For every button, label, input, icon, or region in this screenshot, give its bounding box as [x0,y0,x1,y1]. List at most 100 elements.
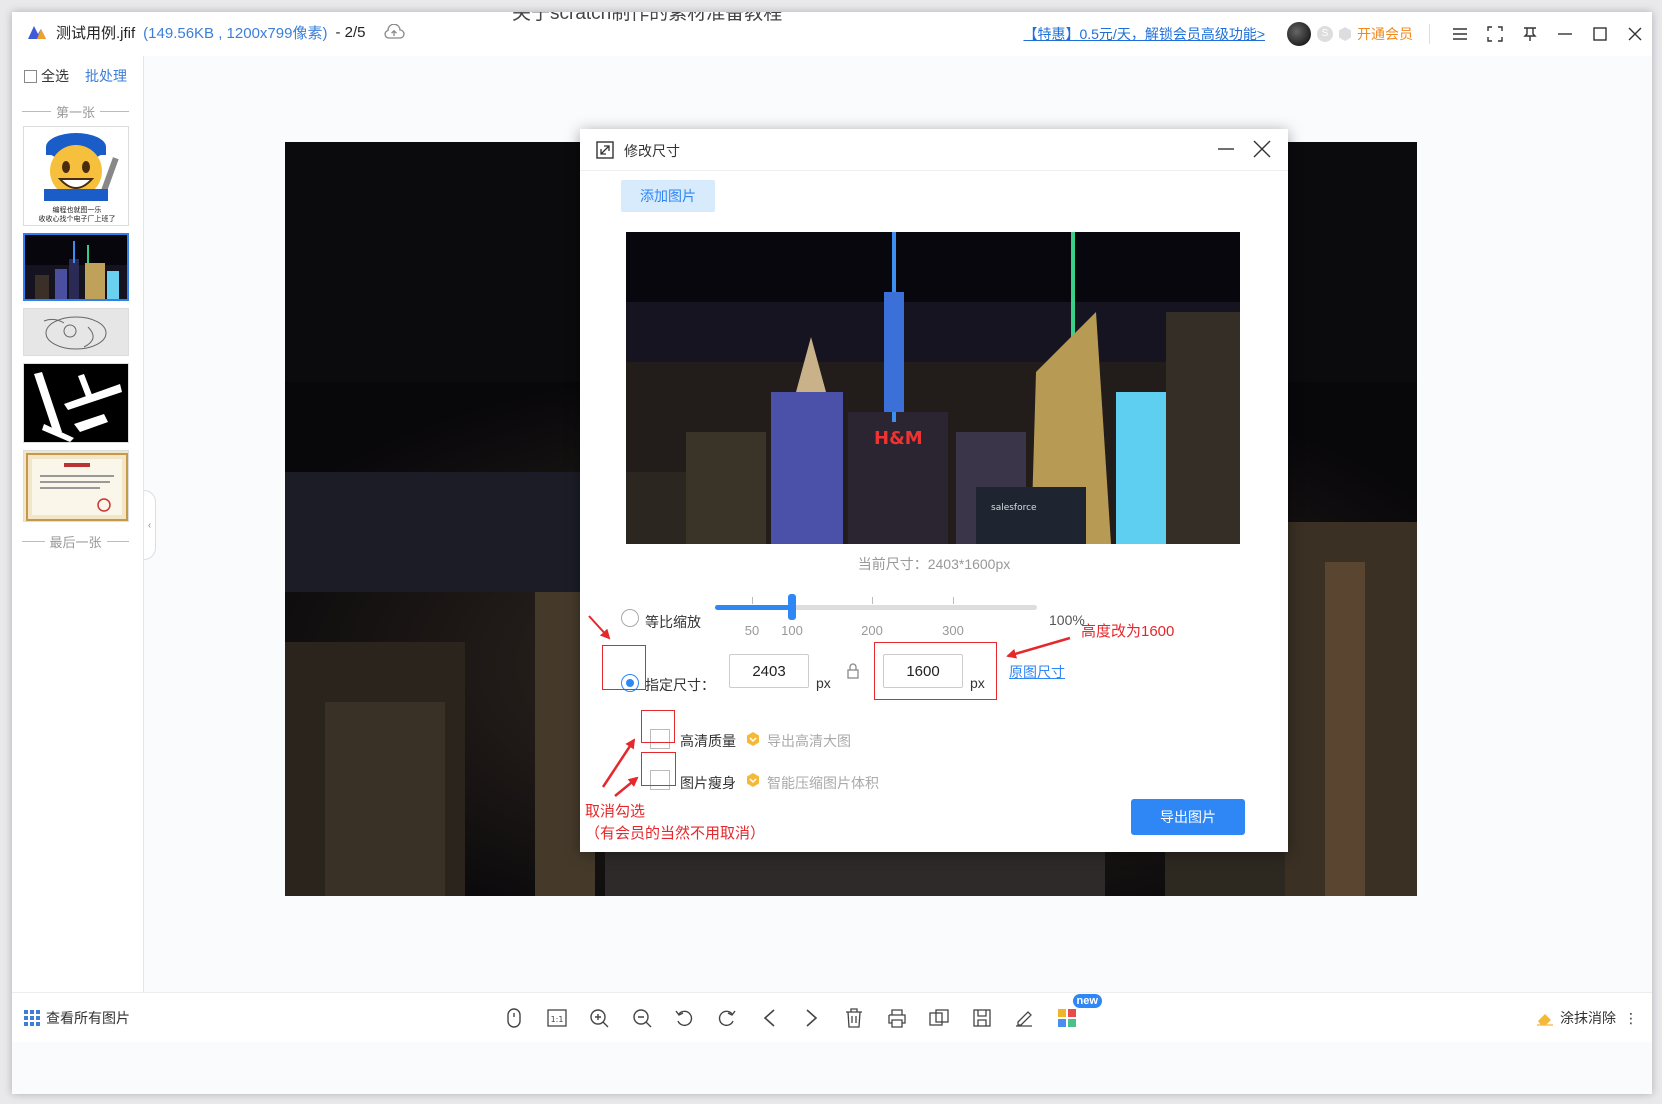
divider [1429,24,1430,44]
rotate-right-icon[interactable] [715,1006,739,1030]
open-vip-link[interactable]: 开通会员 [1357,24,1413,44]
scale-slider-fill [715,605,792,610]
view-all-images-button[interactable]: 查看所有图片 [24,1008,130,1028]
save-as-icon[interactable] [970,1006,994,1030]
thumbnail-caption-line-2: 收收心找个电子厂上班了 [39,214,116,223]
previous-icon[interactable] [757,1006,781,1030]
zoom-in-icon[interactable] [587,1006,611,1030]
slim-image-label: 图片瘦身 [680,775,736,791]
sidebar-collapse-handle[interactable]: ‹ [144,490,156,560]
fullscreen-icon[interactable] [1477,12,1512,56]
scale-slider-track[interactable] [715,605,1037,610]
scale-slider-handle[interactable] [788,594,796,620]
grid-icon [24,1010,40,1026]
annotation-box-hd [641,710,675,743]
dialog-title: 修改尺寸 [624,143,680,159]
erase-tool-button[interactable]: 涂抹消除 ⋮ [1536,1008,1638,1028]
thumbnail-5[interactable] [23,450,129,522]
annotation-box-height [874,642,997,700]
menu-icon[interactable] [1442,12,1477,56]
rotate-left-icon[interactable] [672,1006,696,1030]
pin-icon[interactable] [1512,12,1547,56]
mouse-icon[interactable] [502,1006,526,1030]
annotation-box-radio [602,645,646,690]
slim-image-hint: 智能压缩图片体积 [767,775,879,791]
apps-icon[interactable]: new [1055,994,1102,1030]
more-icon[interactable]: ⋮ [1624,1010,1638,1027]
tick-label-200: 200 [861,623,883,638]
thumbnail-sidebar: 全选 批处理 第一张 编程也就图一乐 收收心找个电子厂上班了 最后一张 [12,56,144,1041]
minimize-icon[interactable] [1547,12,1582,56]
resize-icon [596,141,614,159]
abstract-bw-thumbnail [24,364,128,442]
image-viewer-window: 关于scratch制作的素材准备教程 测试用例.jfif (149.56KB ,… [12,12,1652,1094]
select-all-label[interactable]: 全选 [41,66,69,86]
export-image-button[interactable]: 导出图片 [1131,799,1245,835]
tick-label-100: 100 [781,623,803,638]
eraser-icon [1537,1014,1553,1026]
promo-link[interactable]: 【特惠】0.5元/天，解锁会员高级功能> [1023,24,1265,44]
first-image-divider: 第一张 [22,102,130,121]
width-input[interactable]: 2403 [729,654,809,688]
actual-size-icon[interactable]: 1:1 [545,1006,569,1030]
close-icon[interactable] [1617,12,1652,56]
annotation-uncheck-note-2: （有会员的当然不用取消） [585,825,766,842]
tick-label-300: 300 [942,623,964,638]
bottom-toolbar: 查看所有图片 1:1 new 涂抹消除 ⋮ [12,992,1652,1042]
edit-icon[interactable] [1012,1006,1036,1030]
sketch-thumbnail [24,309,128,355]
new-badge: new [1072,994,1102,1008]
file-title-area: 测试用例.jfif (149.56KB , 1200x799像素) - 2/5 [26,21,406,43]
erase-label: 涂抹消除 [1560,1010,1616,1026]
svg-text:1:1: 1:1 [550,1015,563,1024]
slider-tick [872,597,873,604]
dialog-header: 修改尺寸 [580,129,1288,171]
original-size-link[interactable]: 原图尺寸 [1009,662,1065,682]
hd-quality-hint: 导出高清大图 [767,733,851,749]
add-image-button[interactable]: 添加图片 [621,180,715,212]
certificate-thumbnail [24,451,128,521]
emoji-meme-image: 编程也就图一乐 收收心找个电子厂上班了 [24,127,128,225]
annotation-box-slim [641,752,676,786]
slider-tick [752,597,753,604]
page-counter: - 2/5 [335,23,366,41]
city-night-thumbnail [25,235,127,299]
annotation-height-note: 高度改为1600 [1081,623,1175,640]
title-bar: 关于scratch制作的素材准备教程 测试用例.jfif (149.56KB ,… [12,12,1652,56]
zoom-out-icon[interactable] [630,1006,654,1030]
dialog-close-icon[interactable] [1250,137,1274,161]
preview-city-image: H&M salesforce [626,232,1240,544]
thumbnail-4[interactable] [23,363,129,443]
scale-radio[interactable] [621,609,639,627]
copy-icon[interactable] [927,1006,951,1030]
next-icon[interactable] [800,1006,824,1030]
maximize-icon[interactable] [1582,12,1617,56]
vip-badge-icon [1339,27,1351,41]
collapse-arrow-icon: ‹ [147,519,152,531]
image-preview: H&M salesforce [626,232,1240,544]
cloud-upload-icon[interactable] [383,24,406,40]
lock-icon[interactable] [846,663,860,679]
delete-icon[interactable] [842,1006,866,1030]
specify-size-label: 指定尺寸： [645,677,715,693]
scale-label: 等比缩放 [645,614,701,630]
view-all-label: 查看所有图片 [46,1010,130,1026]
thumbnail-3[interactable] [23,308,129,356]
slider-tick [953,597,954,604]
dialog-minimize-icon[interactable] [1214,137,1238,161]
thumbnail-2[interactable] [23,233,129,301]
select-all-checkbox[interactable] [24,69,37,83]
current-size-label: 当前尺寸：2403*1600px [857,556,1011,572]
thumbnail-1[interactable]: 编程也就图一乐 收收心找个电子厂上班了 [23,126,129,226]
file-meta: (149.56KB , 1200x799像素) [143,24,328,42]
file-name: 测试用例.jfif [56,24,136,42]
batch-process-link[interactable]: 批处理 [85,66,127,86]
scale-value: 100% [1049,612,1085,628]
tool-buttons: 1:1 new [502,994,1102,1030]
print-icon[interactable] [885,1006,909,1030]
user-avatar[interactable] [1287,22,1311,46]
last-image-label: 最后一张 [49,535,102,550]
hd-quality-label: 高清质量 [680,733,736,749]
annotation-uncheck-note: 取消勾选 [585,803,646,820]
vip-hex-icon [747,773,759,787]
